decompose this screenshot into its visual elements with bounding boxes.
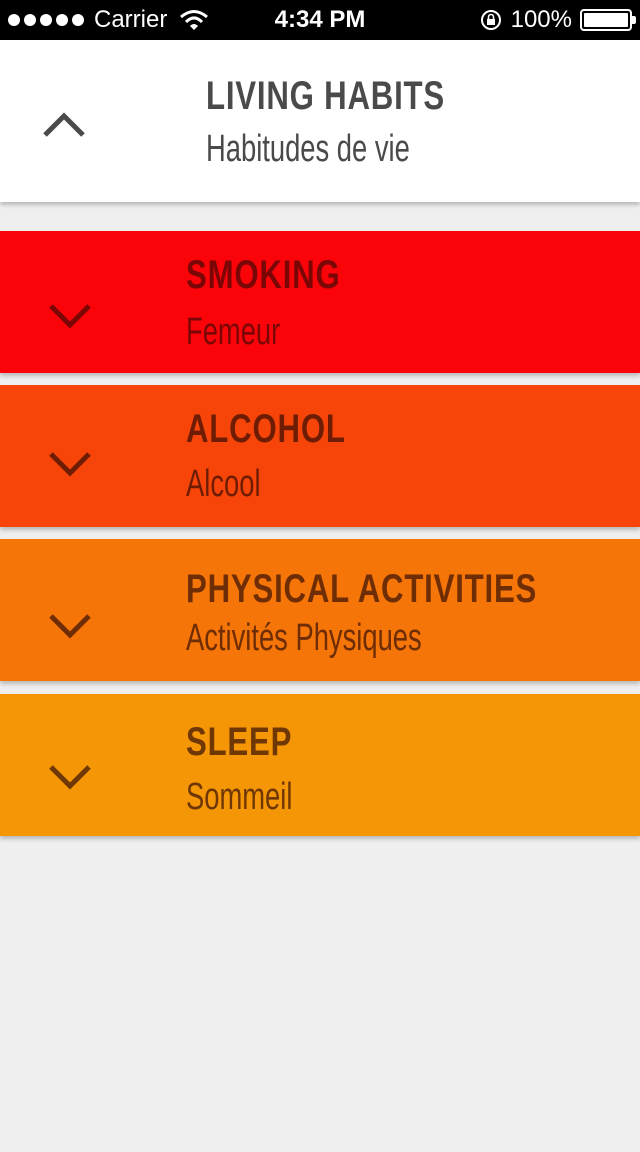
chevron-down-icon[interactable] xyxy=(48,451,92,477)
section-subtitle: Sommeil xyxy=(186,776,293,818)
section-title: ALCOHOL xyxy=(186,407,346,451)
section-alcohol[interactable]: ALCOHOL Alcool xyxy=(0,385,640,527)
section-title: SLEEP xyxy=(186,720,293,764)
rotation-lock-icon xyxy=(480,10,501,30)
section-subtitle: Alcool xyxy=(186,463,261,505)
chevron-down-icon[interactable] xyxy=(48,764,92,790)
battery-percent: 100% xyxy=(510,6,572,33)
section-physical-activities[interactable]: PHYSICAL ACTIVITIES Activités Physiques xyxy=(0,539,640,681)
section-sleep[interactable]: SLEEP Sommeil xyxy=(0,694,640,836)
section-subtitle: Activités Physiques xyxy=(186,617,422,659)
section-smoking[interactable]: SMOKING Femeur xyxy=(0,231,640,373)
header-subtitle: Habitudes de vie xyxy=(206,128,410,170)
section-title: SMOKING xyxy=(186,253,341,297)
chevron-up-icon[interactable] xyxy=(42,110,86,138)
chevron-down-icon[interactable] xyxy=(48,303,92,329)
status-right: 100% xyxy=(479,0,636,40)
section-subtitle: Femeur xyxy=(186,311,281,353)
living-habits-header[interactable]: LIVING HABITS Habitudes de vie xyxy=(0,40,640,202)
battery-icon xyxy=(580,9,636,31)
section-title: PHYSICAL ACTIVITIES xyxy=(186,567,538,611)
header-title: LIVING HABITS xyxy=(206,74,445,118)
chevron-down-icon[interactable] xyxy=(48,613,92,639)
status-bar: Carrier 4:34 PM 100% xyxy=(0,0,640,40)
